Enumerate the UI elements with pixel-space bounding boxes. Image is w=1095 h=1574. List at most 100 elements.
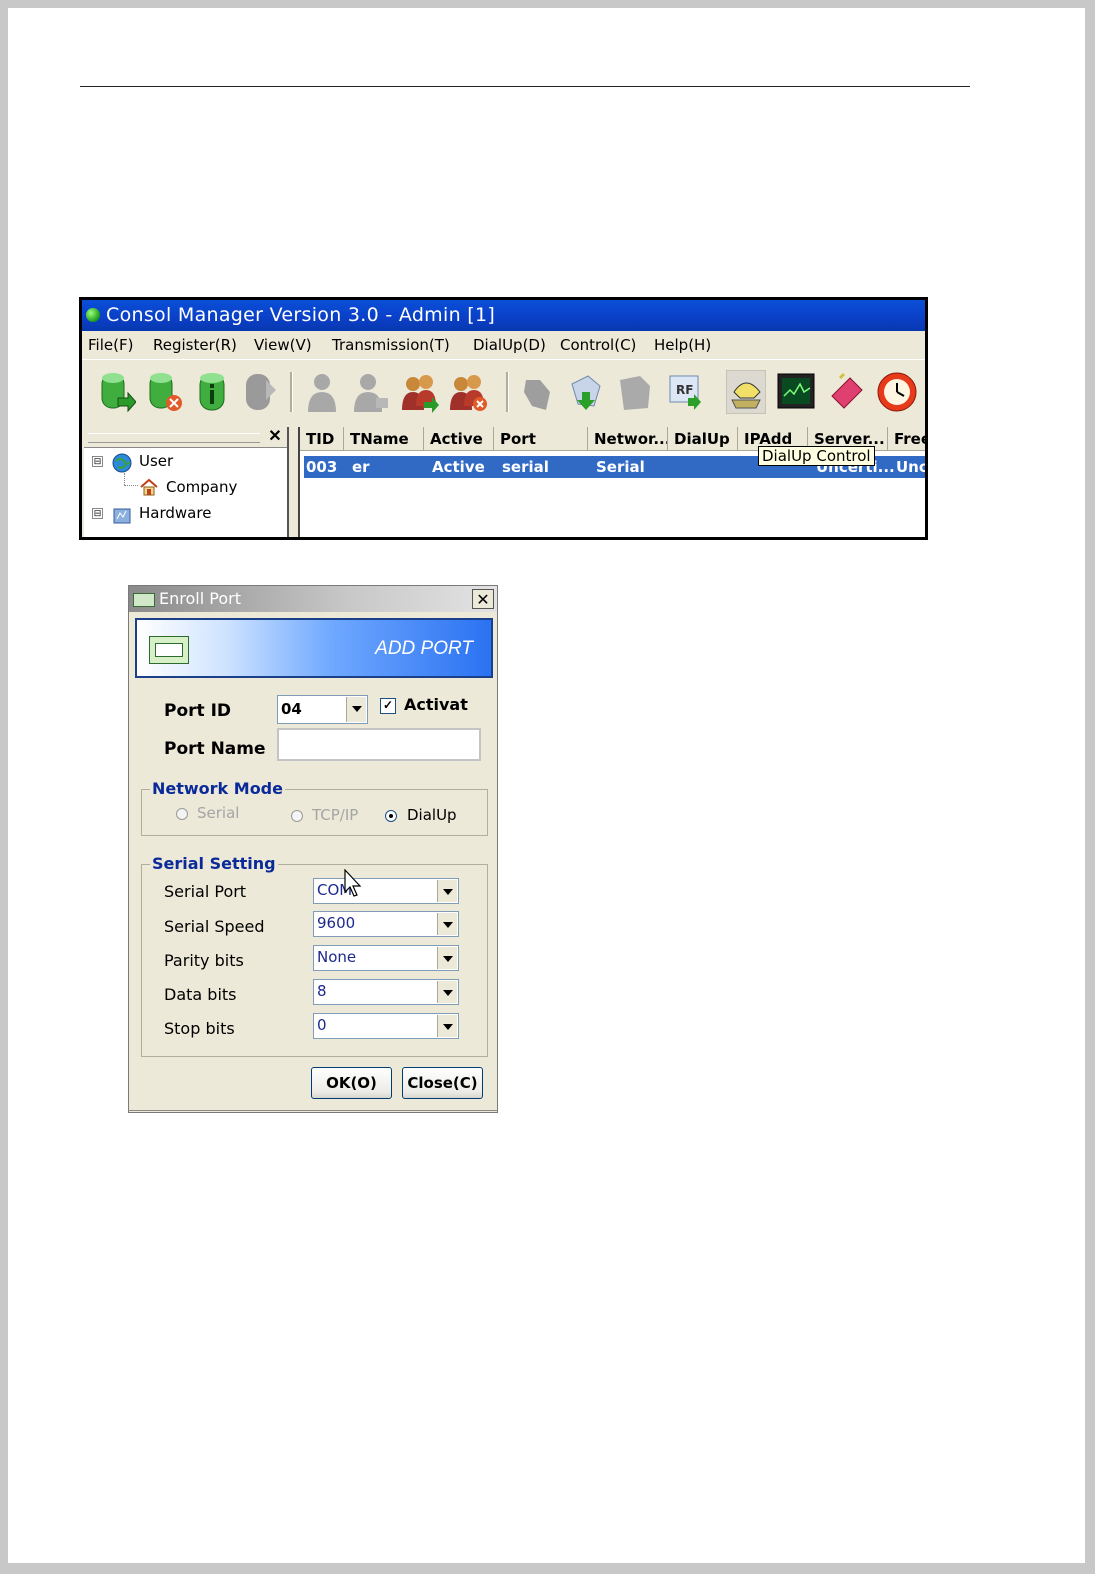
data-bits-value: 8 [317,982,327,1000]
column-header-tname[interactable]: TName [344,427,424,451]
close-button[interactable]: Close(C) [402,1067,483,1099]
port-name-input[interactable] [277,728,481,761]
tree-line [124,485,138,487]
tree-node-user[interactable]: User [139,452,173,470]
chevron-down-icon[interactable] [437,880,457,902]
serial-speed-select[interactable]: 9600 [313,911,459,937]
port-id-value: 04 [281,700,302,718]
radio-tcpip[interactable] [291,810,303,822]
parity-bits-value: None [317,948,357,966]
hardware-icon [113,508,131,524]
app-titlebar: Consol Manager Version 3.0 - Admin [1] [82,300,925,331]
serial-setting-group: Serial Setting Serial Port COM Serial Sp… [141,854,488,1057]
tree-pane: ✕ ⊟ User Company ⊟ Hardware [84,427,289,537]
download-icon[interactable] [566,370,606,414]
menu-view[interactable]: View(V) [254,336,312,354]
cell-free: Unc [896,458,928,476]
tree-close-icon[interactable]: ✕ [265,428,285,446]
add-port-banner: ADD PORT [135,618,493,678]
clock-icon[interactable] [876,370,917,414]
toolbar-separator [506,372,509,412]
stop-bits-value: 0 [317,1016,327,1034]
transfer-icon[interactable] [616,370,656,414]
column-header-port[interactable]: Port [494,427,588,451]
consol-manager-window: Consol Manager Version 3.0 - Admin [1] F… [79,297,928,540]
ok-button[interactable]: OK(O) [311,1067,392,1099]
column-header-dialup[interactable]: DialUp [668,427,738,451]
activate-checkbox[interactable]: ✓ [380,698,396,714]
monitor-icon[interactable] [776,370,816,414]
tree-expander[interactable]: ⊟ [92,508,103,519]
chevron-down-icon[interactable] [346,697,366,722]
tree-grip[interactable] [88,433,260,443]
cell-network: Serial [596,458,645,476]
dialog-titlebar: Enroll Port ✕ [129,586,497,612]
user-add-icon[interactable] [96,370,137,414]
port-card-icon [149,636,189,664]
person-icon[interactable] [302,370,342,414]
column-header-network[interactable]: Networ... [588,427,668,451]
terminal-grid: TID TName Active Port Networ... DialUp I… [298,427,928,537]
menu-help[interactable]: Help(H) [654,336,711,354]
person-edit-icon[interactable] [350,370,390,414]
dialog-title: Enroll Port [159,589,241,608]
tree-node-company[interactable]: Company [166,478,237,496]
user-info-icon[interactable] [192,370,232,414]
serial-port-select[interactable]: COM [313,878,459,904]
stop-bits-select[interactable]: 0 [313,1013,459,1039]
tree-header: ✕ [84,427,287,448]
column-header-active[interactable]: Active [424,427,494,451]
telephone-icon[interactable] [725,369,767,415]
radio-dialup-label[interactable]: DialUp [407,806,457,824]
cell-active: Active [432,458,485,476]
tree-expander[interactable]: ⊟ [92,456,103,467]
column-header-tid[interactable]: TID [300,427,344,451]
menu-dialup[interactable]: DialUp(D) [473,336,546,354]
activate-label[interactable]: Activat [404,695,468,714]
app-status-icon [86,308,100,322]
dialup-control-tooltip: DialUp Control [758,446,875,466]
chevron-down-icon[interactable] [437,913,457,935]
radio-tcpip-label[interactable]: TCP/IP [312,806,358,824]
user-delete-icon[interactable] [144,370,184,414]
menu-file[interactable]: File(F) [88,336,133,354]
cell-port: serial [502,458,549,476]
chevron-down-icon[interactable] [437,981,457,1003]
banner-title: ADD PORT [375,638,473,659]
port-name-label: Port Name [164,739,266,759]
chevron-down-icon[interactable] [437,1015,457,1037]
network-mode-group: Network Mode Serial TCP/IP DialUp [141,779,488,836]
group-add-icon[interactable] [400,370,440,414]
rf-download-icon[interactable]: RF [666,370,706,414]
radio-dialup[interactable] [385,810,397,822]
menu-register[interactable]: Register(R) [153,336,237,354]
network-mode-title: Network Mode [150,779,285,798]
data-bits-select[interactable]: 8 [313,979,459,1005]
menu-transmission[interactable]: Transmission(T) [332,336,450,354]
group-delete-icon[interactable] [448,370,488,414]
data-bits-label: Data bits [164,985,237,1004]
hand-icon[interactable] [518,370,558,414]
dialog-close-button[interactable]: ✕ [472,589,494,609]
serial-setting-title: Serial Setting [150,854,278,873]
port-card-icon [133,593,155,607]
user-disabled-icon[interactable] [240,370,280,414]
cell-tname: er [352,458,370,476]
radio-serial-label[interactable]: Serial [197,804,239,822]
serial-port-label: Serial Port [164,882,247,901]
port-id-select[interactable]: 04 [277,695,368,724]
enroll-port-dialog: Enroll Port ✕ ADD PORT Port ID 04 ✓ Acti… [128,585,498,1113]
stop-bits-label: Stop bits [164,1019,235,1038]
parity-bits-select[interactable]: None [313,945,459,971]
chevron-down-icon[interactable] [437,947,457,969]
eraser-icon[interactable] [826,370,866,414]
serial-speed-value: 9600 [317,914,356,932]
column-header-free[interactable]: Free [888,427,925,451]
radio-serial[interactable] [176,808,188,820]
workspace: ✕ ⊟ User Company ⊟ Hardware TID TName Ac… [82,423,928,537]
svg-text:RF: RF [676,383,693,397]
tree-node-hardware[interactable]: Hardware [139,504,211,522]
tree-line [124,473,126,485]
mouse-cursor-icon [344,869,362,897]
menu-control[interactable]: Control(C) [560,336,636,354]
